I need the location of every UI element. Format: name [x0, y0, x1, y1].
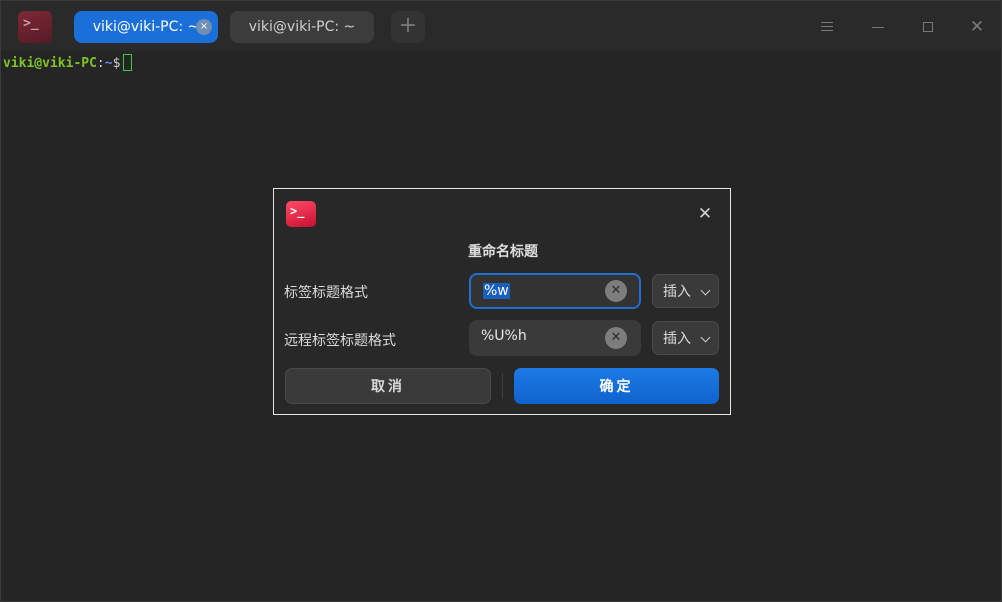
- tab-title-format-field[interactable]: %w ✕: [469, 273, 641, 309]
- tab-title-insert-dropdown[interactable]: 插入: [652, 274, 719, 308]
- shell-prompt: viki@viki-PC:~$: [3, 54, 133, 71]
- tab-close-icon[interactable]: ×: [196, 19, 212, 35]
- insert-label: 插入: [663, 331, 691, 347]
- terminal-icon: >_: [286, 201, 316, 227]
- chevron-down-icon: [700, 332, 711, 343]
- prompt-path: ~: [104, 56, 113, 71]
- remote-tab-title-format-field[interactable]: %U%h ✕: [469, 320, 641, 356]
- title-bar: >_ viki@viki-PC: ~ × viki@viki-PC: ~ + ✕: [1, 1, 1001, 51]
- tab-1-label: viki@viki-PC: ~: [92, 19, 200, 35]
- prompt-user: viki@viki-PC: [3, 56, 97, 71]
- button-divider: [502, 373, 503, 399]
- confirm-button[interactable]: 确定: [514, 368, 719, 404]
- tab-2[interactable]: viki@viki-PC: ~: [230, 11, 374, 43]
- prompt-separator: :: [96, 56, 105, 71]
- hamburger-menu-icon[interactable]: [814, 14, 840, 40]
- tab-1[interactable]: viki@viki-PC: ~ ×: [74, 11, 218, 43]
- dialog-close-icon[interactable]: ✕: [694, 203, 716, 225]
- chevron-down-icon: [700, 285, 711, 296]
- prompt-symbol: $: [112, 56, 121, 71]
- clear-input-icon[interactable]: ✕: [605, 280, 627, 302]
- dialog-title: 重命名标题: [468, 244, 538, 260]
- tab-title-format-label: 标签标题格式: [284, 285, 368, 301]
- add-tab-button[interactable]: +: [391, 11, 425, 43]
- maximize-icon[interactable]: [915, 14, 941, 40]
- cancel-button[interactable]: 取消: [285, 368, 491, 404]
- clear-input-icon[interactable]: ✕: [605, 327, 627, 349]
- remote-tab-title-insert-dropdown[interactable]: 插入: [652, 321, 719, 355]
- remote-tab-title-format-input[interactable]: %U%h: [481, 328, 593, 348]
- terminal-app-icon: >_: [18, 11, 52, 43]
- tab-title-format-input[interactable]: %w: [483, 283, 595, 303]
- terminal-window: >_ viki@viki-PC: ~ × viki@viki-PC: ~ + ✕…: [0, 0, 1002, 602]
- terminal-cursor: [123, 54, 133, 71]
- minimize-icon[interactable]: [865, 14, 891, 40]
- rename-title-dialog: >_ ✕ 重命名标题 标签标题格式 %w ✕ 插入 远程标签标题格式 %U%h …: [273, 188, 731, 415]
- insert-label: 插入: [663, 284, 691, 300]
- tab-2-label: viki@viki-PC: ~: [248, 19, 356, 35]
- close-window-icon[interactable]: ✕: [964, 14, 990, 40]
- remote-tab-title-format-label: 远程标签标题格式: [284, 333, 396, 349]
- selected-text: %w: [483, 283, 510, 299]
